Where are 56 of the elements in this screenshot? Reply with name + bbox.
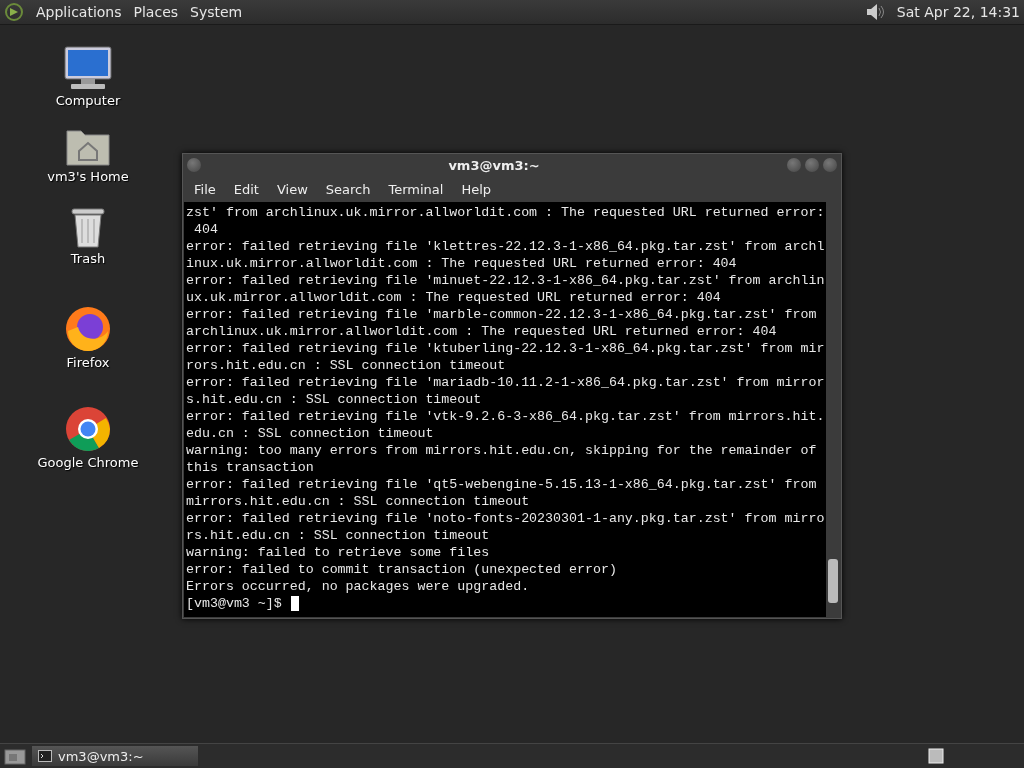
- terminal-line: error: failed retrieving file 'marble-common-22.12.3-1-x86_64.pkg.tar.zst' from: [186, 306, 818, 323]
- window-menu-icon[interactable]: [187, 158, 201, 172]
- terminal-line: mirrors.hit.edu.cn : SSL connection timeout: [186, 493, 531, 510]
- terminal-line: edu.cn : SSL connection timeout: [186, 425, 435, 442]
- terminal-line: this transaction: [186, 459, 315, 476]
- terminal-line: warning: too many errors from mirrors.hit.edu.cn, skipping for the remainder of: [186, 442, 818, 459]
- shell-prompt: [vm3@vm3 ~]$: [186, 595, 282, 612]
- workspace-icon[interactable]: [928, 748, 944, 764]
- desktop-icon-label[interactable]: Google Chrome: [37, 455, 139, 470]
- menu-item[interactable]: File: [185, 181, 225, 197]
- terminal-line: error: failed retrieving file 'klettres-22.12.3-1-x86_64.pkg.tar.zst' from archl: [186, 238, 825, 255]
- close-icon[interactable]: [823, 158, 837, 172]
- terminal-line: 404: [192, 221, 219, 238]
- terminal-line: ux.uk.mirror.allworldit.com : The requested URL returned error: 404: [186, 289, 722, 306]
- terminal-line: Errors occurred, no packages were upgraded.: [186, 578, 531, 595]
- panel-menu[interactable]: System: [190, 4, 243, 20]
- speaker-icon[interactable]: [864, 2, 885, 22]
- menu-item[interactable]: Help: [452, 181, 501, 197]
- menu-item[interactable]: Terminal: [379, 181, 453, 197]
- window-title: vm3@vm3:~: [447, 157, 541, 173]
- desktop-icon-label[interactable]: vm3's Home: [47, 169, 129, 184]
- terminal-line: rors.hit.edu.cn : SSL connection timeout: [186, 357, 507, 374]
- terminal-line: error: failed retrieving file 'minuet-22.12.3-1-x86_64.pkg.tar.zst' from archlin: [186, 272, 825, 289]
- terminal-line: error: failed retrieving file 'ktuberling-22.12.3-1-x86_64.pkg.tar.zst' from mir: [186, 340, 825, 357]
- desktop-icon-label[interactable]: Firefox: [66, 355, 110, 370]
- terminal-line: error: failed retrieving file 'qt5-webengine-5.15.13-1-x86_64.pkg.tar.zst' from: [186, 476, 818, 493]
- terminal-line: error: failed retrieving file 'noto-fonts-20230301-1-any.pkg.tar.zst' from mirro: [186, 510, 825, 527]
- desktop-icon-label[interactable]: Trash: [70, 251, 106, 266]
- scrollbar[interactable]: [826, 202, 840, 617]
- terminal-line: error: failed to commit transaction (unexpected error): [186, 561, 618, 578]
- panel-menu[interactable]: Applications: [36, 4, 122, 20]
- terminal-icon: [38, 750, 52, 762]
- show-desktop-icon[interactable]: [4, 747, 26, 765]
- clock[interactable]: Sat Apr 22, 14:31: [896, 4, 1020, 20]
- desktop-icon-label[interactable]: Computer: [55, 93, 121, 108]
- terminal-line: zst' from archlinux.uk.mirror.allworldit.com : The requested URL returned error:: [186, 204, 825, 221]
- browser-circle-icon: [64, 405, 112, 453]
- terminal-line: inux.uk.mirror.allworldit.com : The requested URL returned error: 404: [186, 255, 738, 272]
- terminal-line: error: failed retrieving file 'vtk-9.2.6-3-x86_64.pkg.tar.zst' from mirrors.hit.: [186, 408, 825, 425]
- browser-globe-icon: [64, 305, 112, 353]
- terminal-line: archlinux.uk.mirror.allworldit.com : The requested URL returned error: 404: [186, 323, 778, 340]
- text-cursor: [290, 596, 299, 611]
- monitor-icon: [63, 45, 113, 91]
- terminal-line: warning: failed to retrieve some files: [186, 544, 491, 561]
- minimize-icon[interactable]: [787, 158, 801, 172]
- menu-item[interactable]: Search: [316, 181, 380, 197]
- distro-logo-icon[interactable]: [4, 2, 24, 22]
- menu-item[interactable]: View: [267, 181, 317, 197]
- terminal-line: rs.hit.edu.cn : SSL connection timeout: [186, 527, 491, 544]
- panel-menu[interactable]: Places: [133, 4, 179, 20]
- taskbar-button[interactable]: vm3@vm3:~: [32, 746, 198, 766]
- terminal-line: s.hit.edu.cn : SSL connection timeout: [186, 391, 483, 408]
- trash-icon: [68, 205, 108, 249]
- terminal-line: error: failed retrieving file 'mariadb-10.11.2-1-x86_64.pkg.tar.zst' from mirror: [186, 374, 825, 391]
- menu-item[interactable]: Edit: [224, 181, 268, 197]
- maximize-icon[interactable]: [805, 158, 819, 172]
